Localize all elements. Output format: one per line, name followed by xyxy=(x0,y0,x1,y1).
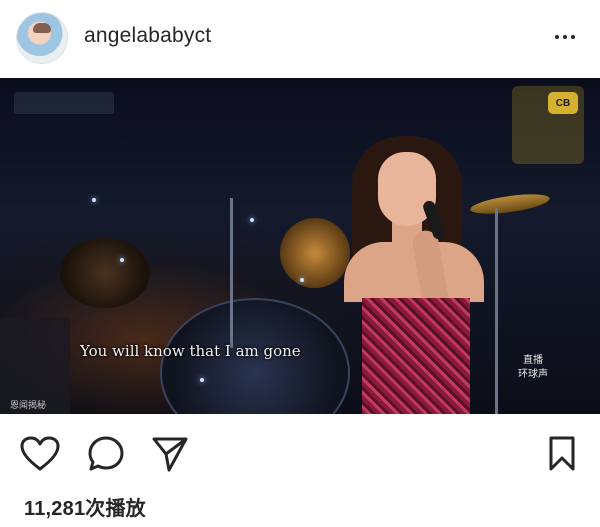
comment-bubble-icon xyxy=(88,436,124,471)
live-label: 直播 环球声 xyxy=(518,354,548,382)
like-button[interactable] xyxy=(20,434,60,474)
drum xyxy=(60,238,150,308)
comment-button[interactable] xyxy=(86,434,126,474)
video-subtitle: You will know that I am gone xyxy=(80,342,301,360)
tv-logo: CB xyxy=(548,92,578,114)
stage-light xyxy=(120,258,124,262)
sequin-top xyxy=(362,298,470,414)
bookmark-icon xyxy=(549,436,575,471)
broadcaster-watermark xyxy=(14,92,114,114)
heart-icon xyxy=(20,436,60,471)
stage-light xyxy=(300,278,304,282)
live-label-text: 直播 xyxy=(523,355,543,366)
stage-light xyxy=(200,378,204,382)
avatar[interactable] xyxy=(16,12,68,64)
singer xyxy=(340,130,490,414)
mic-stand xyxy=(495,208,498,414)
stage-light xyxy=(92,198,96,202)
post-video[interactable]: CB You will know that I am gone 直播 环球声 恩… xyxy=(0,78,600,414)
live-sublabel-text: 环球声 xyxy=(518,369,548,380)
view-count: 11,281次播放 xyxy=(24,498,146,520)
more-options-icon-dot xyxy=(571,35,575,39)
stage-light xyxy=(250,218,254,222)
paper-plane-icon xyxy=(152,437,188,472)
more-options-button[interactable] xyxy=(548,24,582,50)
share-button[interactable] xyxy=(150,434,190,474)
corner-label: 恩闻揭秘 xyxy=(10,400,47,410)
username[interactable]: angelababyct xyxy=(84,24,211,48)
post-header: angelababyct xyxy=(0,0,600,78)
more-options-icon xyxy=(555,35,559,39)
action-bar xyxy=(0,414,600,490)
save-button[interactable] xyxy=(542,434,582,474)
stand xyxy=(230,198,233,348)
more-options-icon-dot xyxy=(563,35,567,39)
